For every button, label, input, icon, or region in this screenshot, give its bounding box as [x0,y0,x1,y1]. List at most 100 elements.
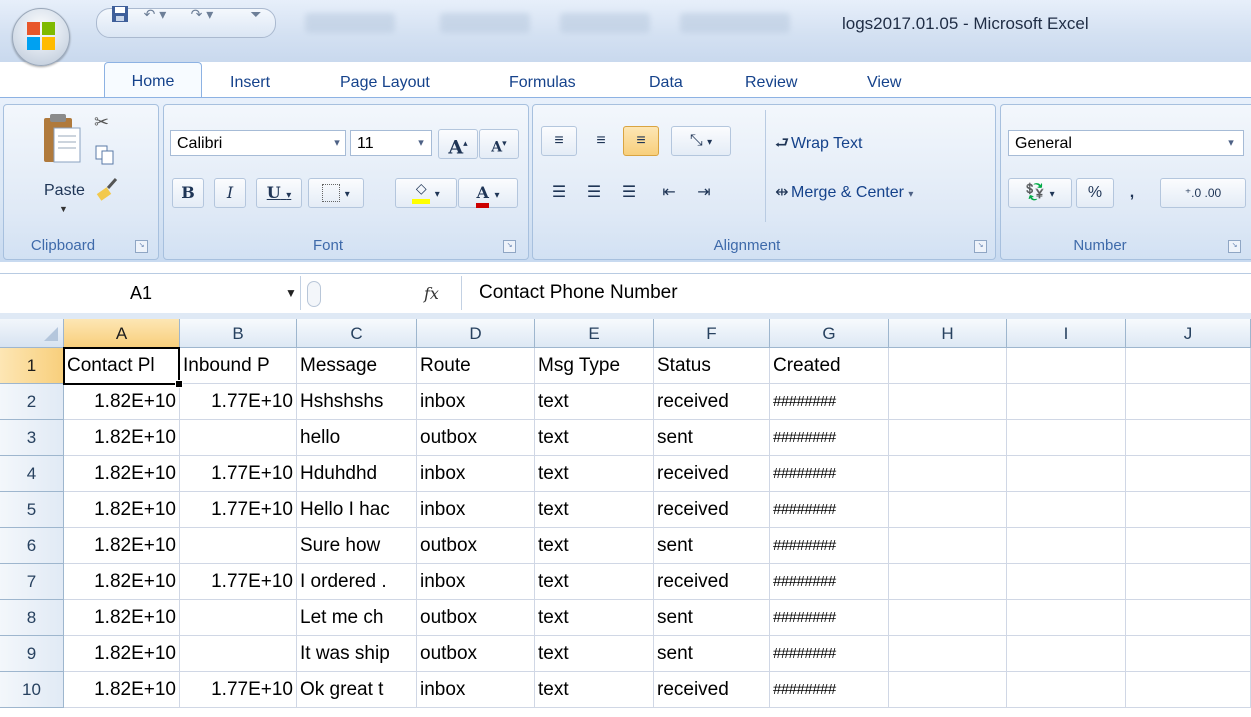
cell-c3[interactable]: hello [297,420,417,456]
cell-g5[interactable]: ######## [770,492,889,528]
cell-e7[interactable]: text [535,564,654,600]
tab-insert[interactable]: Insert [230,70,270,96]
middle-align-button[interactable]: ≡ [583,126,619,156]
name-box-value[interactable]: A1 [0,276,282,310]
font-name-combo[interactable]: Calibri [170,130,346,156]
number-format-combo[interactable]: General [1008,130,1244,156]
cell-c7[interactable]: I ordered . [297,564,417,600]
tab-formulas[interactable]: Formulas [509,70,576,96]
cell-j10[interactable] [1126,672,1251,708]
cell-c6[interactable]: Sure how [297,528,417,564]
tab-page-layout[interactable]: Page Layout [340,70,430,96]
cell-b5[interactable]: 1.77E+10 [180,492,297,528]
save-icon[interactable] [110,5,130,23]
number-dialog-launcher-icon[interactable]: ↘ [1228,240,1241,253]
cell-g3[interactable]: ######## [770,420,889,456]
cell-j4[interactable] [1126,456,1251,492]
shrink-font-button[interactable]: A▾ [479,129,519,159]
cell-i6[interactable] [1007,528,1126,564]
cell-f1[interactable]: Status [654,348,770,384]
paste-icon[interactable] [40,112,84,174]
cell-f8[interactable]: sent [654,600,770,636]
row-header-1[interactable]: 1 [0,348,64,384]
cell-i1[interactable] [1007,348,1126,384]
cell-a7[interactable]: 1.82E+10 [64,564,180,600]
cell-b1[interactable]: Inbound P [180,348,297,384]
decrease-indent-button[interactable]: ⇤ [651,178,687,208]
decimal-buttons[interactable]: ⁺.0 .00 [1160,178,1246,208]
cell-i5[interactable] [1007,492,1126,528]
copy-icon[interactable] [94,144,118,168]
cell-j8[interactable] [1126,600,1251,636]
cell-f4[interactable]: received [654,456,770,492]
cell-a5[interactable]: 1.82E+10 [64,492,180,528]
cell-b6[interactable] [180,528,297,564]
borders-button[interactable]: ▾ [308,178,364,208]
column-header-g[interactable]: G [770,319,889,348]
cell-b8[interactable] [180,600,297,636]
cell-g9[interactable]: ######## [770,636,889,672]
fill-color-button[interactable]: ◇ ▾ [395,178,457,208]
cell-h4[interactable] [889,456,1007,492]
customize-icon[interactable]: ⏷ [248,5,264,23]
cell-i3[interactable] [1007,420,1126,456]
cell-a8[interactable]: 1.82E+10 [64,600,180,636]
cell-g10[interactable]: ######## [770,672,889,708]
cell-i7[interactable] [1007,564,1126,600]
font-size-dropdown-icon[interactable]: ▾ [414,130,428,156]
column-header-e[interactable]: E [535,319,654,348]
cell-i4[interactable] [1007,456,1126,492]
redo-icon[interactable]: ↷ ▾ [186,5,218,23]
cell-e1[interactable]: Msg Type [535,348,654,384]
cell-d6[interactable]: outbox [417,528,535,564]
align-right-button[interactable]: ☰ [611,178,647,208]
cell-f10[interactable]: received [654,672,770,708]
row-header-6[interactable]: 6 [0,528,64,564]
cell-f3[interactable]: sent [654,420,770,456]
row-header-4[interactable]: 4 [0,456,64,492]
underline-button[interactable]: U ▾ [256,178,302,208]
cell-e2[interactable]: text [535,384,654,420]
cell-a3[interactable]: 1.82E+10 [64,420,180,456]
cell-g8[interactable]: ######## [770,600,889,636]
cell-f9[interactable]: sent [654,636,770,672]
cell-f6[interactable]: sent [654,528,770,564]
cell-d1[interactable]: Route [417,348,535,384]
cell-a10[interactable]: 1.82E+10 [64,672,180,708]
cell-c2[interactable]: Hshshshs [297,384,417,420]
cell-i2[interactable] [1007,384,1126,420]
cell-d7[interactable]: inbox [417,564,535,600]
cell-j7[interactable] [1126,564,1251,600]
tab-review[interactable]: Review [745,70,797,96]
tab-home[interactable]: Home [104,62,202,99]
column-header-h[interactable]: H [889,319,1007,348]
cell-e6[interactable]: text [535,528,654,564]
percent-style-button[interactable]: % [1076,178,1114,208]
cell-g7[interactable]: ######## [770,564,889,600]
paste-label[interactable]: Paste [44,182,85,200]
cell-c4[interactable]: Hduhdhd [297,456,417,492]
cell-a9[interactable]: 1.82E+10 [64,636,180,672]
align-center-button[interactable]: ☰ [576,178,612,208]
wrap-text-button[interactable]: ⮐ Wrap Text [772,129,914,159]
office-button[interactable] [12,8,70,66]
column-header-f[interactable]: F [654,319,770,348]
font-color-button[interactable]: A ▾ [458,178,518,208]
cell-h2[interactable] [889,384,1007,420]
comma-style-button[interactable]: , [1116,178,1148,208]
align-left-button[interactable]: ☰ [541,178,577,208]
cell-d5[interactable]: inbox [417,492,535,528]
cell-e3[interactable]: text [535,420,654,456]
grow-font-button[interactable]: A▴ [438,129,478,159]
font-name-dropdown-icon[interactable]: ▾ [330,130,344,156]
cell-j6[interactable] [1126,528,1251,564]
row-header-8[interactable]: 8 [0,600,64,636]
cell-c5[interactable]: Hello I hac [297,492,417,528]
cell-c10[interactable]: Ok great t [297,672,417,708]
cell-h5[interactable] [889,492,1007,528]
row-header-10[interactable]: 10 [0,672,64,708]
row-header-9[interactable]: 9 [0,636,64,672]
cell-g2[interactable]: ######## [770,384,889,420]
tab-data[interactable]: Data [649,70,683,96]
italic-button[interactable]: I [214,178,246,208]
